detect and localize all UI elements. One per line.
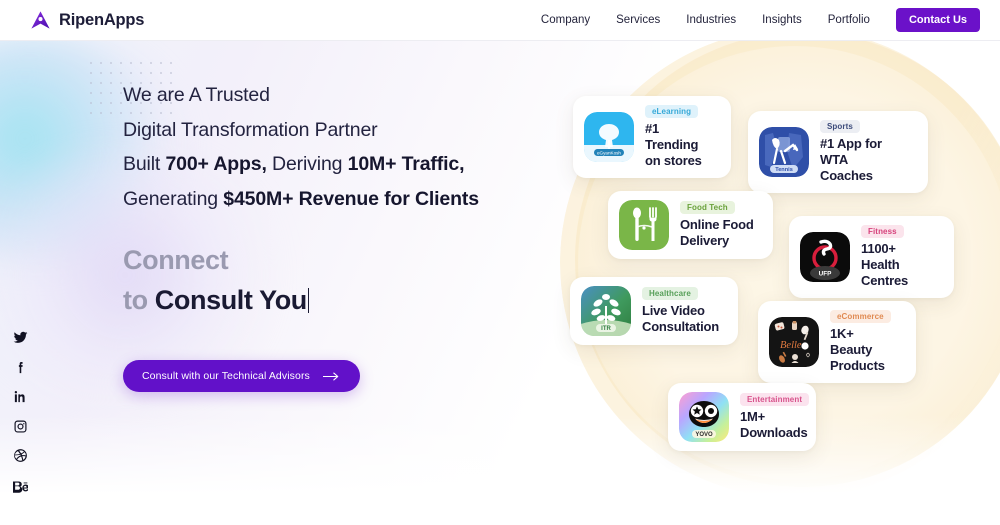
tennis-app-icon: Tennis — [759, 127, 809, 177]
nav-item-portfolio[interactable]: Portfolio — [828, 14, 870, 26]
belle-beauty-app-icon: Belle — [769, 317, 819, 367]
elearning-tree-app-icon: eGyanKosh — [584, 112, 634, 162]
app-card-elearning[interactable]: eGyanKosh eLearning #1 Trending on store… — [573, 96, 731, 178]
nav-item-industries[interactable]: Industries — [686, 14, 736, 26]
behance-icon[interactable] — [13, 478, 28, 493]
contact-us-button[interactable]: Contact Us — [895, 8, 980, 32]
app-card-ecommerce[interactable]: Belle eCommerce 1K+ Beauty Products — [758, 301, 916, 383]
linkedin-icon[interactable] — [13, 389, 28, 404]
app-card-sports[interactable]: Tennis Sports #1 App for WTA Coaches — [748, 111, 928, 193]
card-body: eCommerce 1K+ Beauty Products — [830, 310, 899, 374]
itr-healthcare-app-icon: ITR — [581, 286, 631, 336]
card-title: 1K+ Beauty Products — [830, 326, 885, 373]
app-card-healthcare[interactable]: ITR Healthcare Live Video Consultation — [570, 277, 738, 345]
ripenapps-arrow-logo-icon — [31, 10, 50, 29]
app-cards-cluster: eGyanKosh eLearning #1 Trending on store… — [0, 0, 1000, 525]
instagram-icon[interactable] — [13, 419, 28, 434]
card-body: Entertainment 1M+ Downloads — [740, 393, 810, 441]
ufp-fitness-app-icon: UFP — [800, 232, 850, 282]
nav-item-company[interactable]: Company — [541, 14, 590, 26]
svg-text:UFP: UFP — [819, 271, 833, 278]
app-card-entertainment[interactable]: YOVO Entertainment 1M+ Downloads — [668, 383, 816, 451]
card-body: Healthcare Live Video Consultation — [642, 287, 719, 335]
app-card-fitness[interactable]: UFP Fitness 1100+ Health Centres — [789, 216, 954, 298]
brand-name: RipenApps — [59, 10, 145, 29]
social-links-rail — [13, 330, 28, 493]
card-tag-fitness: Fitness — [861, 225, 904, 238]
card-tag-sports: Sports — [820, 120, 860, 133]
svg-text:Tennis: Tennis — [775, 167, 793, 173]
svg-text:ITR: ITR — [601, 326, 611, 332]
card-title: 1100+ Health Centres — [861, 241, 909, 288]
card-title: Online Food Delivery — [680, 217, 754, 248]
card-tag-ecommerce: eCommerce — [830, 310, 891, 323]
nav-item-services[interactable]: Services — [616, 14, 660, 26]
card-tag-elearning: eLearning — [645, 105, 699, 118]
card-tag-entertainment: Entertainment — [740, 393, 810, 406]
card-body: eLearning #1 Trending on stores — [645, 105, 714, 169]
svg-text:eGyanKosh: eGyanKosh — [597, 150, 621, 155]
card-title: 1M+ Downloads — [740, 409, 808, 440]
card-tag-healthcare: Healthcare — [642, 287, 698, 300]
svg-text:Belle: Belle — [780, 340, 802, 351]
svg-text:YOVO: YOVO — [695, 432, 713, 438]
card-body: Sports #1 App for WTA Coaches — [820, 120, 911, 184]
card-title: #1 Trending on stores — [645, 121, 702, 168]
yovo-entertainment-app-icon: YOVO — [679, 392, 729, 442]
dribbble-icon[interactable] — [13, 448, 28, 463]
card-title: #1 App for WTA Coaches — [820, 136, 882, 183]
app-card-foodtech[interactable]: Food Tech Online Food Delivery — [608, 191, 773, 259]
facebook-icon[interactable] — [13, 360, 28, 375]
card-body: Food Tech Online Food Delivery — [680, 201, 754, 249]
food-delivery-app-icon — [619, 200, 669, 250]
main-navigation: Company Services Industries Insights Por… — [541, 8, 980, 32]
brand-logo[interactable]: RipenApps — [29, 9, 144, 32]
site-header: RipenApps Company Services Industries In… — [0, 0, 1000, 41]
card-body: Fitness 1100+ Health Centres — [861, 225, 937, 289]
nav-item-insights[interactable]: Insights — [762, 14, 802, 26]
twitter-icon[interactable] — [13, 330, 28, 345]
card-title: Live Video Consultation — [642, 303, 720, 334]
card-tag-foodtech: Food Tech — [680, 201, 735, 214]
landing-page: RipenApps Company Services Industries In… — [0, 0, 1000, 525]
